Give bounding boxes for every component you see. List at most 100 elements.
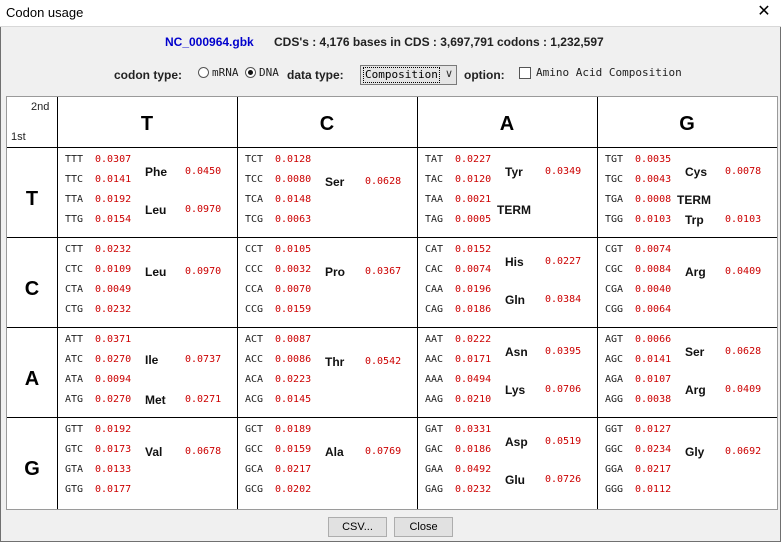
codon-label: TCC <box>245 174 264 185</box>
codon-label: GTA <box>65 464 84 475</box>
codon-label: GGA <box>605 464 624 475</box>
codon-label: ATG <box>65 394 84 405</box>
codon-label: TCA <box>245 194 264 205</box>
codon-label: GTC <box>65 444 84 455</box>
codon-label: CAC <box>425 264 444 275</box>
close-button[interactable]: Close <box>394 517 453 537</box>
table-divider <box>417 97 418 509</box>
amino-acid-label: Ser <box>325 175 345 189</box>
codon-label: CAG <box>425 304 444 315</box>
data-type-select[interactable]: Composition... ∨ <box>360 65 457 85</box>
amino-acid-frequency: 0.0769 <box>365 446 402 457</box>
codon-frequency: 0.0186 <box>455 304 492 315</box>
codon-label: GGG <box>605 484 624 495</box>
column-header-a: A <box>499 113 515 135</box>
amino-acid-frequency: 0.0409 <box>725 266 762 277</box>
radio-dna-circle[interactable] <box>245 67 256 78</box>
amino-acid-label: Lys <box>505 383 526 397</box>
radio-mrna[interactable]: mRNA <box>198 66 239 79</box>
codon-frequency: 0.0112 <box>635 484 672 495</box>
option-label: option: <box>464 68 505 82</box>
codon-frequency: 0.0064 <box>635 304 672 315</box>
data-type-value: Composition... <box>363 67 440 83</box>
close-icon[interactable]: ✕ <box>753 1 775 23</box>
codon-label: AGG <box>605 394 624 405</box>
amino-acid-label: Leu <box>145 265 167 279</box>
codon-frequency: 0.0043 <box>635 174 672 185</box>
codon-label: GCC <box>245 444 264 455</box>
codon-frequency: 0.0177 <box>95 484 132 495</box>
codon-frequency: 0.0049 <box>95 284 132 295</box>
codon-label: ATC <box>65 354 84 365</box>
codon-label: TAT <box>425 154 444 165</box>
csv-button[interactable]: CSV... <box>328 517 387 537</box>
codon-label: GCA <box>245 464 264 475</box>
amino-acid-label: Leu <box>145 203 167 217</box>
codon-label: CAT <box>425 244 444 255</box>
codon-label: TTT <box>65 154 84 165</box>
amino-acid-label: Tyr <box>505 165 523 179</box>
codon-frequency: 0.0173 <box>95 444 132 455</box>
codon-frequency: 0.0070 <box>275 284 312 295</box>
amino-acid-frequency: 0.0395 <box>545 346 582 357</box>
codon-frequency: 0.0171 <box>455 354 492 365</box>
amino-acid-frequency: 0.0628 <box>725 346 762 357</box>
codon-label: TTA <box>65 194 84 205</box>
codon-frequency: 0.0133 <box>95 464 132 475</box>
window-title: Codon usage <box>6 5 84 20</box>
radio-mrna-label: mRNA <box>212 66 239 79</box>
codon-label: GAC <box>425 444 444 455</box>
amino-acid-frequency: 0.0519 <box>545 436 582 447</box>
amino-acid-label: Pro <box>325 265 346 279</box>
column-header-t: T <box>140 113 154 135</box>
codon-frequency: 0.0222 <box>455 334 492 345</box>
amino-acid-frequency: 0.0726 <box>545 474 582 485</box>
amino-acid-frequency: 0.0542 <box>365 356 402 367</box>
amino-acid-checkbox-box[interactable] <box>519 66 531 79</box>
codon-label: CCA <box>245 284 264 295</box>
codon-frequency: 0.0105 <box>275 244 312 255</box>
codon-type-label: codon type: <box>114 68 182 82</box>
codon-label: AAT <box>425 334 444 345</box>
table-divider <box>7 417 777 418</box>
codon-label: AGC <box>605 354 624 365</box>
chevron-down-icon[interactable]: ∨ <box>445 67 453 80</box>
codon-label: GCG <box>245 484 264 495</box>
column-header-c: C <box>319 113 335 135</box>
second-base-label: 2nd <box>31 101 50 113</box>
amino-acid-label: His <box>505 255 524 269</box>
codon-label: CTG <box>65 304 84 315</box>
codon-frequency: 0.0086 <box>275 354 312 365</box>
codon-frequency: 0.0032 <box>275 264 312 275</box>
title-bar: Codon usage ✕ <box>0 0 781 27</box>
codon-label: GTG <box>65 484 84 495</box>
table-divider <box>7 237 777 238</box>
codon-frequency: 0.0005 <box>455 214 492 225</box>
codon-label: GGC <box>605 444 624 455</box>
row-header-c: C <box>24 278 40 300</box>
table-divider <box>57 97 58 509</box>
radio-dna[interactable]: DNA <box>245 66 279 79</box>
codon-label: TTC <box>65 174 84 185</box>
amino-acid-frequency: 0.0970 <box>185 266 222 277</box>
codon-label: CGT <box>605 244 624 255</box>
codon-frequency: 0.0040 <box>635 284 672 295</box>
codon-label: ATT <box>65 334 84 345</box>
amino-acid-checkbox[interactable]: Amino Acid Composition <box>519 66 682 79</box>
codon-frequency: 0.0492 <box>455 464 492 475</box>
row-header-a: A <box>24 368 40 390</box>
row-header-g: G <box>24 458 40 480</box>
codon-frequency: 0.0120 <box>455 174 492 185</box>
amino-acid-label: Phe <box>145 165 168 179</box>
codon-frequency: 0.0494 <box>455 374 492 385</box>
amino-acid-frequency: 0.0367 <box>365 266 402 277</box>
codon-label: GGT <box>605 424 624 435</box>
row-header-t: T <box>25 188 39 210</box>
codon-label: GTT <box>65 424 84 435</box>
codon-frequency: 0.0270 <box>95 354 132 365</box>
radio-mrna-circle[interactable] <box>198 67 209 78</box>
codon-label: TGT <box>605 154 624 165</box>
codon-frequency: 0.0080 <box>275 174 312 185</box>
codon-label: GCT <box>245 424 264 435</box>
amino-acid-frequency: 0.0384 <box>545 294 582 305</box>
